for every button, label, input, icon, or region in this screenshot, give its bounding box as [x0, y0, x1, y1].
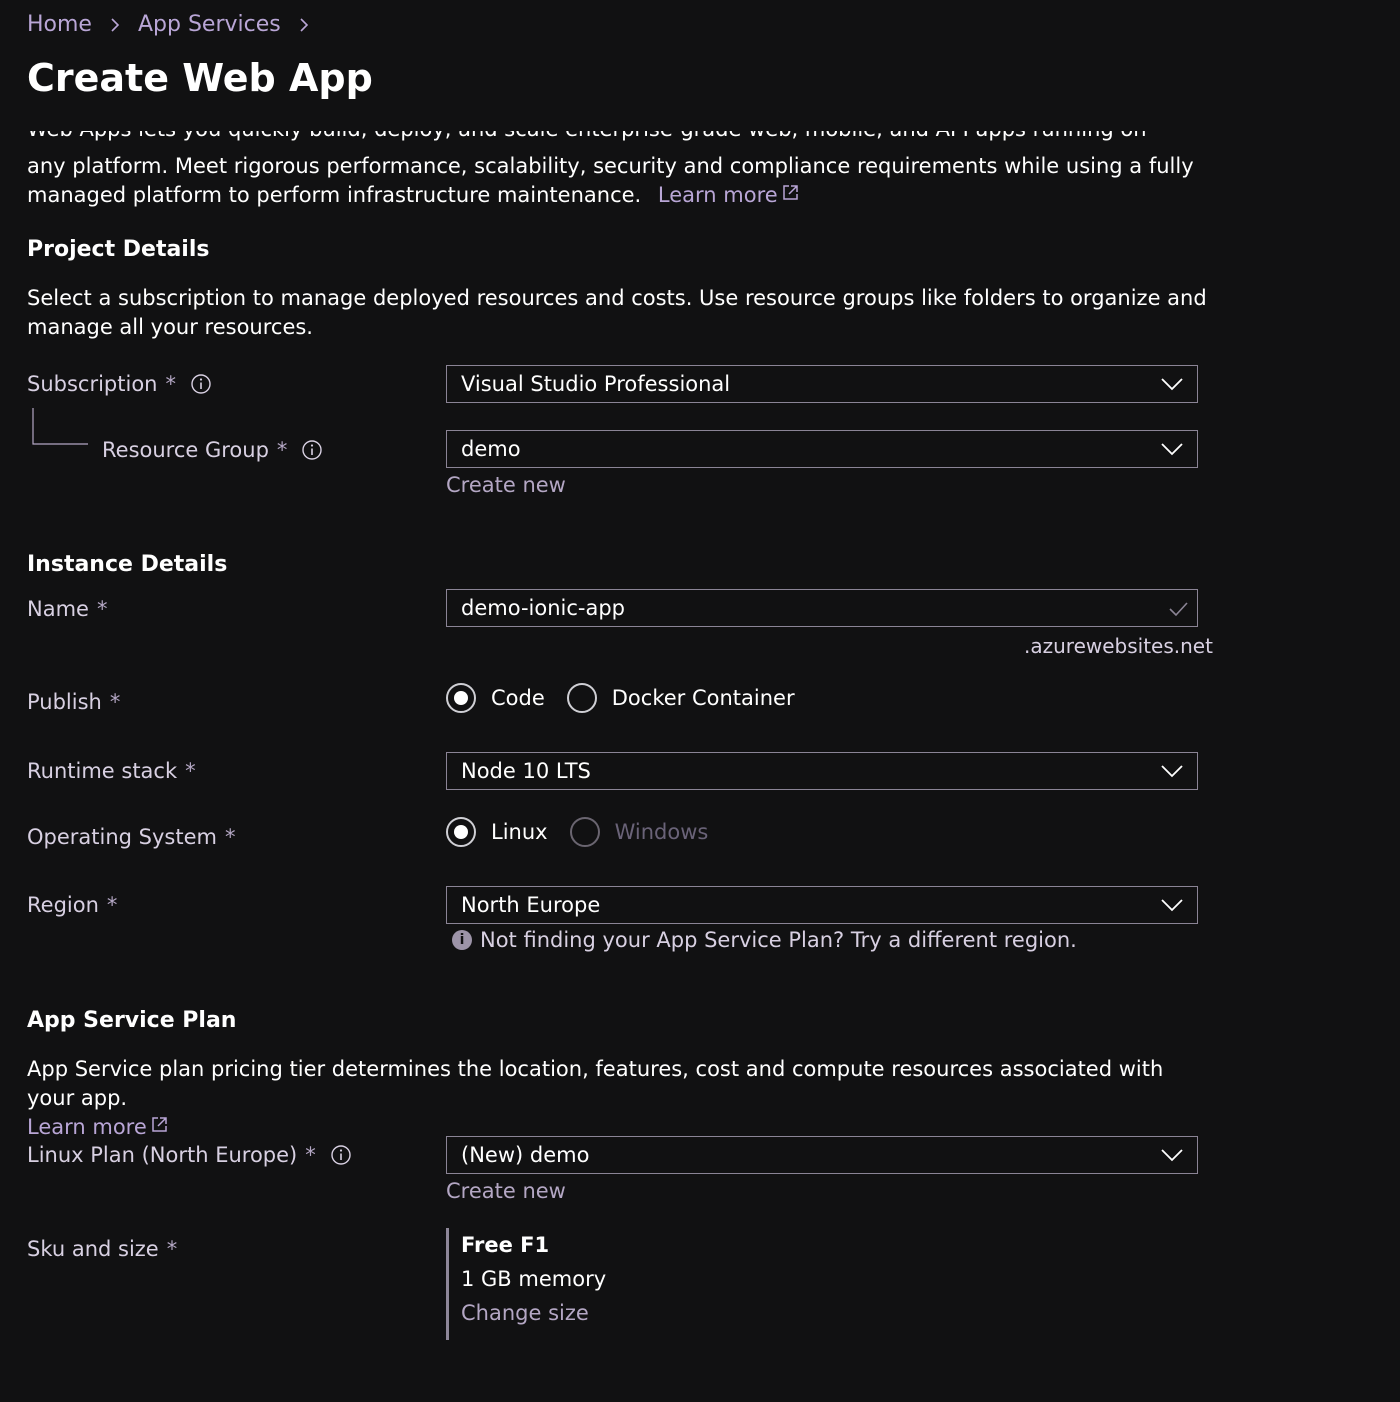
region-label: Region * [27, 893, 118, 917]
os-windows-radio [569, 817, 600, 847]
subscription-label: Subscription * [27, 372, 212, 396]
domain-suffix: .azurewebsites.net [1024, 634, 1213, 658]
chevron-down-icon [1161, 443, 1183, 456]
info-icon[interactable] [190, 373, 212, 395]
os-linux-label[interactable]: Linux [491, 820, 548, 844]
chevron-right-icon [111, 17, 120, 32]
app-service-plan-description: App Service plan pricing tier determines… [27, 1057, 1164, 1139]
change-size-link[interactable]: Change size [461, 1296, 646, 1330]
runtime-stack-dropdown[interactable]: Node 10 LTS [446, 752, 1198, 790]
runtime-stack-label: Runtime stack * [27, 759, 196, 783]
publish-code-label[interactable]: Code [491, 686, 545, 710]
check-icon [1169, 602, 1188, 617]
os-linux-radio[interactable] [446, 817, 476, 847]
breadcrumb-app-services[interactable]: App Services [138, 12, 281, 37]
create-new-resource-group-link[interactable]: Create new [446, 473, 566, 497]
subscription-dropdown[interactable]: Visual Studio Professional [446, 365, 1198, 403]
publish-label: Publish * [27, 690, 121, 714]
learn-more-link[interactable]: Learn more [658, 183, 799, 207]
tree-connector [32, 408, 88, 445]
chevron-down-icon [1161, 765, 1183, 778]
project-details-description: Select a subscription to manage deployed… [27, 286, 1207, 339]
breadcrumb-home[interactable]: Home [27, 12, 92, 37]
app-service-plan-heading: App Service Plan [27, 1008, 237, 1033]
intro-cut-line: Web Apps lets you quickly build, deploy,… [27, 131, 1187, 147]
resource-group-label: Resource Group * [102, 438, 323, 462]
app-name-input[interactable]: demo-ionic-app [446, 589, 1198, 627]
sku-name: Free F1 [461, 1233, 550, 1257]
intro-text: any platform. Meet rigorous performance,… [27, 154, 1194, 207]
chevron-right-icon [300, 17, 308, 32]
plan-learn-more-link[interactable]: Learn more [27, 1115, 168, 1139]
os-radio-group: Linux Windows [446, 817, 730, 847]
sku-summary: Free F1 1 GB memory Change size [446, 1228, 646, 1340]
chevron-down-icon [1161, 899, 1183, 912]
os-windows-label: Windows [614, 820, 709, 844]
external-link-icon [782, 185, 798, 200]
external-link-icon [152, 1117, 167, 1132]
resource-group-dropdown[interactable]: demo [446, 430, 1198, 468]
create-new-plan-link[interactable]: Create new [446, 1179, 566, 1203]
info-icon[interactable] [330, 1144, 352, 1166]
region-hint: i Not finding your App Service Plan? Try… [452, 928, 1077, 952]
publish-code-radio[interactable] [446, 683, 476, 713]
publish-docker-label[interactable]: Docker Container [612, 686, 795, 710]
linux-plan-dropdown[interactable]: (New) demo [446, 1136, 1198, 1174]
breadcrumb: Home App Services [27, 12, 327, 37]
linux-plan-label: Linux Plan (North Europe) * [27, 1143, 352, 1167]
project-details-heading: Project Details [27, 237, 210, 262]
chevron-down-icon [1161, 1149, 1183, 1162]
name-label: Name * [27, 597, 108, 621]
sku-memory: 1 GB memory [461, 1267, 607, 1291]
info-icon[interactable] [301, 439, 323, 461]
chevron-down-icon [1161, 378, 1183, 391]
region-dropdown[interactable]: North Europe [446, 886, 1198, 924]
info-filled-icon: i [452, 930, 472, 950]
page-title: Create Web App [27, 56, 373, 100]
sku-size-label: Sku and size * [27, 1237, 178, 1261]
instance-details-heading: Instance Details [27, 552, 228, 577]
operating-system-label: Operating System * [27, 825, 236, 849]
publish-docker-radio[interactable] [566, 683, 597, 713]
publish-radio-group: Code Docker Container [446, 683, 817, 713]
